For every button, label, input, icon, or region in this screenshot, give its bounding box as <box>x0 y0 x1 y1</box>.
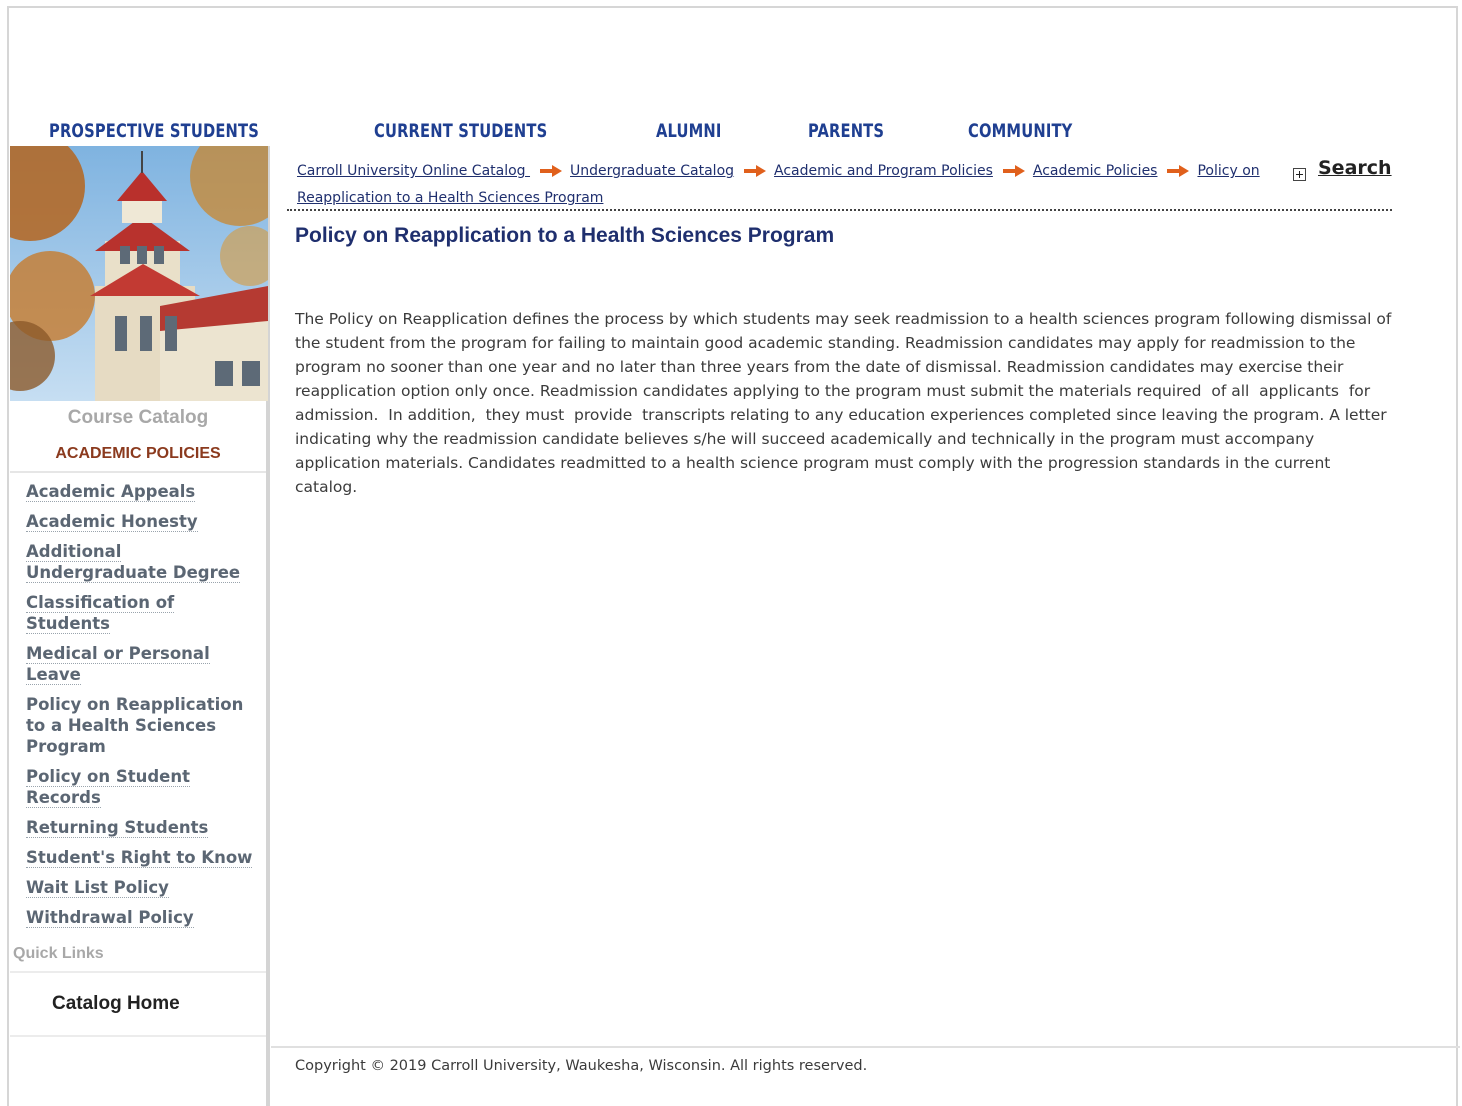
sidebar-link-academic-appeals[interactable]: Academic Appeals <box>26 482 196 502</box>
breadcrumb-online-catalog[interactable]: Carroll University Online Catalog <box>297 163 530 179</box>
sidebar-current-reapplication: Policy on Reapplication to a Health Scie… <box>26 695 244 756</box>
sidebar-link-right-to-know[interactable]: Student's Right to Know <box>26 848 253 868</box>
search-link[interactable]: Search <box>1318 157 1392 179</box>
sidebar-links: Academic Appeals Academic Honesty Additi… <box>10 473 266 928</box>
sidebar-link-classification[interactable]: Classification of Students <box>26 593 175 634</box>
arrow-right-icon <box>1167 165 1190 177</box>
sidebar-item: Student's Right to Know <box>26 847 258 868</box>
nav-community[interactable]: COMMUNITY <box>968 120 1097 142</box>
sidebar-item: Classification of Students <box>26 592 258 634</box>
footer-divider <box>271 1046 1460 1048</box>
sidebar-link-returning-students[interactable]: Returning Students <box>26 818 209 838</box>
quick-links-box: Catalog Home <box>10 971 266 1037</box>
page-frame: PROSPECTIVE STUDENTS CURRENT STUDENTS AL… <box>7 6 1460 1106</box>
breadcrumb-program-policies[interactable]: Academic and Program Policies <box>774 163 993 179</box>
sidebar-item: Wait List Policy <box>26 877 258 898</box>
sidebar-item: Medical or Personal Leave <box>26 643 258 685</box>
nav-parents[interactable]: PARENTS <box>808 120 946 142</box>
left-sidebar: Course Catalog ACADEMIC POLICIES Academi… <box>10 146 270 1106</box>
top-navigation: PROSPECTIVE STUDENTS CURRENT STUDENTS AL… <box>49 116 1118 146</box>
breadcrumb-divider <box>287 209 1392 211</box>
sidebar-link-wait-list[interactable]: Wait List Policy <box>26 878 169 898</box>
sidebar-link-additional-degree[interactable]: Additional Undergraduate Degree <box>26 542 241 583</box>
footer-copyright: Copyright © 2019 Carroll University, Wau… <box>295 1058 868 1074</box>
breadcrumb-academic-policies[interactable]: Academic Policies <box>1033 163 1158 179</box>
sidebar-link-withdrawal[interactable]: Withdrawal Policy <box>26 908 194 928</box>
sidebar-link-academic-honesty[interactable]: Academic Honesty <box>26 512 198 532</box>
arrow-right-icon <box>744 165 767 177</box>
sidebar-item: Academic Appeals <box>26 481 258 502</box>
section-heading: ACADEMIC POLICIES <box>10 433 266 473</box>
sidebar-item: Withdrawal Policy <box>26 907 258 928</box>
sidebar-link-medical-leave[interactable]: Medical or Personal Leave <box>26 644 210 685</box>
nav-prospective-students[interactable]: PROSPECTIVE STUDENTS <box>49 120 329 142</box>
catalog-home-link[interactable]: Catalog Home <box>52 993 180 1015</box>
nav-alumni[interactable]: ALUMNI <box>656 120 787 142</box>
arrow-right-icon <box>540 165 563 177</box>
course-catalog-title: Course Catalog <box>67 407 209 428</box>
policy-body-text: The Policy on Reapplication defines the … <box>295 310 1397 496</box>
expand-plus-icon[interactable] <box>1293 168 1306 181</box>
sidebar-item: Additional Undergraduate Degree <box>26 541 258 583</box>
quick-links-title: Quick Links <box>13 945 104 962</box>
sidebar-item: Policy on Student Records <box>26 766 258 808</box>
sidebar-item: Academic Honesty <box>26 511 258 532</box>
campus-tower-photo <box>10 146 268 401</box>
sidebar-link-student-records[interactable]: Policy on Student Records <box>26 767 191 808</box>
sidebar-item: Returning Students <box>26 817 258 838</box>
page-title: Policy on Reapplication to a Health Scie… <box>295 224 835 247</box>
nav-current-students[interactable]: CURRENT STUDENTS <box>374 120 617 142</box>
search-area: Search <box>1293 154 1392 181</box>
breadcrumb: Carroll University Online Catalog Underg… <box>297 158 1272 212</box>
arrow-right-icon <box>1002 165 1025 177</box>
sidebar-item-current: Policy on Reapplication to a Health Scie… <box>26 694 258 757</box>
breadcrumb-undergraduate[interactable]: Undergraduate Catalog <box>570 163 734 179</box>
